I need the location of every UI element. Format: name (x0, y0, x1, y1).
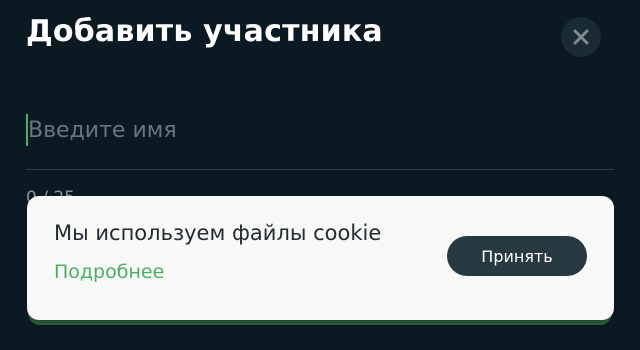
name-input[interactable] (28, 110, 588, 150)
cookie-message: Мы используем файлы cookie (54, 221, 382, 245)
close-button[interactable] (561, 17, 601, 57)
accept-cookies-button[interactable]: Принять (447, 236, 587, 276)
name-field[interactable] (26, 104, 614, 170)
cookie-more-link[interactable]: Подробнее (54, 258, 164, 286)
cookie-banner: Мы используем файлы cookie Подробнее При… (27, 196, 614, 320)
close-icon (572, 28, 590, 46)
dialog-title: Добавить участника (26, 14, 383, 49)
